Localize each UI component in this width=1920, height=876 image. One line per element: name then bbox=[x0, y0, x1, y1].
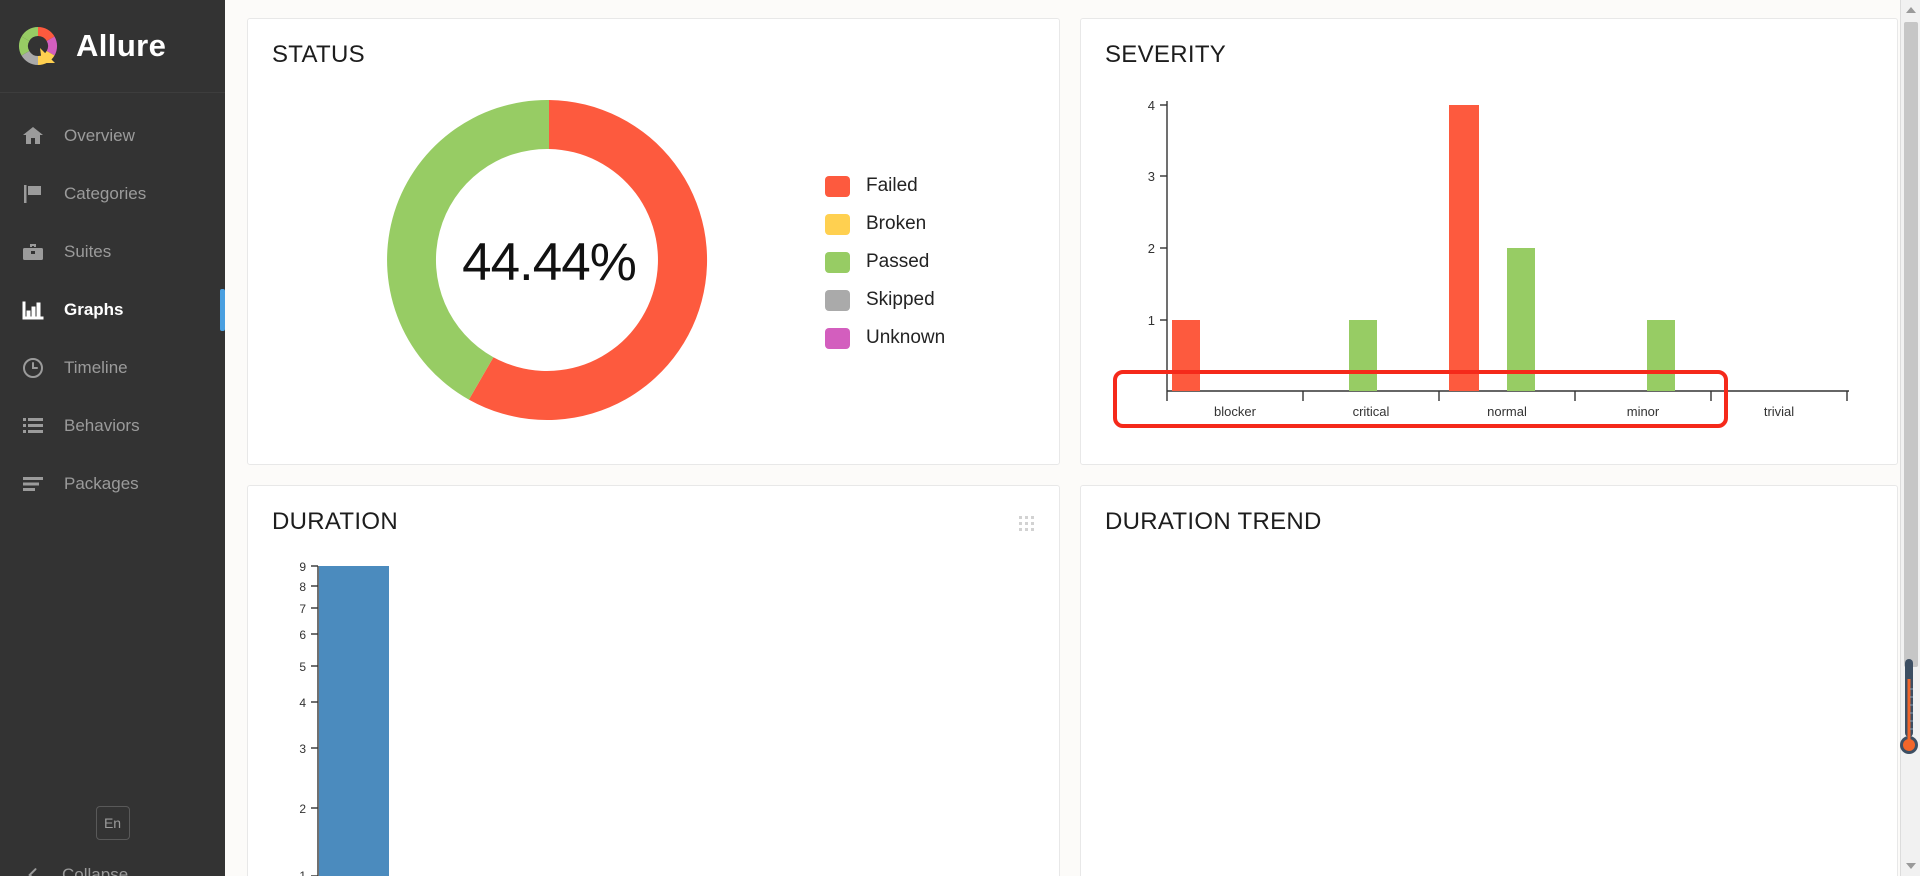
duration-trend-widget: DURATION TREND bbox=[1080, 485, 1898, 876]
panel-title: STATUS bbox=[272, 41, 365, 68]
briefcase-icon bbox=[20, 239, 46, 265]
sidebar-item-categories[interactable]: Categories bbox=[0, 165, 225, 223]
allure-donut-logo bbox=[16, 24, 60, 68]
page-scrollbar[interactable] bbox=[1900, 0, 1920, 876]
svg-text:8: 8 bbox=[299, 580, 306, 594]
duration-widget-header: DURATION bbox=[248, 486, 1059, 544]
severity-widget: SEVERITY 4 3 2 1 blocker critical normal… bbox=[1080, 18, 1898, 465]
svg-text:trivial: trivial bbox=[1764, 404, 1794, 419]
legend-swatch-skipped bbox=[825, 289, 850, 311]
svg-text:2: 2 bbox=[299, 802, 306, 816]
status-donut-center-label: 44.44% bbox=[462, 232, 637, 292]
sidebar-item-packages[interactable]: Packages bbox=[0, 455, 225, 513]
sidebar: Allure Overview Categories Suites Graphs… bbox=[0, 0, 225, 876]
svg-text:1: 1 bbox=[299, 869, 306, 876]
language-switcher: En bbox=[0, 806, 225, 840]
sidebar-item-graphs[interactable]: Graphs bbox=[0, 281, 225, 339]
legend-swatch-unknown bbox=[825, 327, 850, 349]
sidebar-item-label: Behaviors bbox=[64, 416, 140, 435]
legend-item-unknown[interactable]: Unknown bbox=[825, 327, 945, 349]
grid-dots-icon[interactable] bbox=[1019, 516, 1035, 532]
sidebar-item-label: Timeline bbox=[64, 358, 128, 377]
sidebar-item-label: Suites bbox=[64, 242, 112, 261]
sidebar-item-timeline[interactable]: Timeline bbox=[0, 339, 225, 397]
svg-text:1: 1 bbox=[1148, 313, 1155, 328]
legend-swatch-broken bbox=[825, 213, 850, 235]
chevron-left-icon bbox=[20, 862, 46, 876]
duration-trend-widget-header: DURATION TREND bbox=[1081, 486, 1897, 544]
legend-swatch-failed bbox=[825, 175, 850, 197]
legend-label: Unknown bbox=[866, 327, 946, 348]
widgets-grid: STATUS 44.44% Failed Broken Passed Skipp… bbox=[247, 18, 1898, 876]
list-icon bbox=[20, 413, 46, 439]
sidebar-item-label: Packages bbox=[64, 474, 139, 493]
status-legend: Failed Broken Passed Skipped Unknown bbox=[825, 175, 945, 349]
thermometer-cursor bbox=[1900, 655, 1918, 765]
legend-item-failed[interactable]: Failed bbox=[825, 175, 945, 197]
sidebar-item-behaviors[interactable]: Behaviors bbox=[0, 397, 225, 455]
scrollbar-thumb[interactable] bbox=[1904, 22, 1918, 667]
sidebar-item-label: Overview bbox=[64, 126, 135, 145]
svg-text:2: 2 bbox=[1148, 241, 1155, 256]
brand-header[interactable]: Allure bbox=[0, 0, 225, 93]
legend-label: Broken bbox=[866, 213, 927, 234]
sidebar-nav: Overview Categories Suites Graphs Timeli… bbox=[0, 93, 225, 513]
svg-text:3: 3 bbox=[1148, 169, 1155, 184]
clock-icon bbox=[20, 355, 46, 381]
collapse-label: Collapse bbox=[62, 865, 129, 876]
svg-text:7: 7 bbox=[299, 602, 306, 616]
home-icon bbox=[20, 123, 46, 149]
svg-text:4: 4 bbox=[299, 696, 306, 710]
panel-title: SEVERITY bbox=[1105, 41, 1227, 68]
legend-label: Skipped bbox=[866, 289, 935, 310]
sidebar-item-overview[interactable]: Overview bbox=[0, 107, 225, 165]
legend-swatch-passed bbox=[825, 251, 850, 273]
bar-chart-icon bbox=[20, 297, 46, 323]
triangle-up-icon[interactable] bbox=[1901, 0, 1920, 20]
severity-chart[interactable]: 4 3 2 1 blocker critical normal minor tr… bbox=[1081, 77, 1897, 447]
flag-icon bbox=[20, 181, 46, 207]
app-root: Allure Overview Categories Suites Graphs… bbox=[0, 0, 1920, 876]
sidebar-item-label: Categories bbox=[64, 184, 147, 203]
legend-label: Failed bbox=[866, 175, 918, 196]
svg-text:critical: critical bbox=[1353, 404, 1390, 419]
svg-text:6: 6 bbox=[299, 628, 306, 642]
status-widget-header: STATUS bbox=[248, 19, 1059, 77]
svg-text:normal: normal bbox=[1487, 404, 1527, 419]
legend-item-passed[interactable]: Passed bbox=[825, 251, 945, 273]
svg-text:blocker: blocker bbox=[1214, 404, 1257, 419]
legend-label: Passed bbox=[866, 251, 930, 272]
panel-title: DURATION bbox=[272, 508, 398, 535]
severity-widget-header: SEVERITY bbox=[1081, 19, 1897, 77]
status-chart: 44.44% Failed Broken Passed Skipped Unkn… bbox=[248, 77, 1059, 447]
duration-widget: DURATION 9 8 7 6 5 4 3 2 1 bbox=[247, 485, 1060, 876]
legend-item-skipped[interactable]: Skipped bbox=[825, 289, 945, 311]
brand-name: Allure bbox=[76, 28, 167, 63]
svg-text:9: 9 bbox=[299, 560, 306, 574]
svg-text:minor: minor bbox=[1627, 404, 1660, 419]
svg-text:4: 4 bbox=[1148, 98, 1155, 113]
duration-chart[interactable]: 9 8 7 6 5 4 3 2 1 bbox=[248, 544, 1059, 876]
triangle-down-icon[interactable] bbox=[1901, 856, 1920, 876]
status-donut[interactable]: 44.44% bbox=[368, 79, 730, 446]
lines-icon bbox=[20, 471, 46, 497]
main-content: STATUS 44.44% Failed Broken Passed Skipp… bbox=[225, 0, 1920, 876]
sidebar-item-label: Graphs bbox=[64, 300, 124, 319]
language-button[interactable]: En bbox=[95, 806, 130, 840]
legend-item-broken[interactable]: Broken bbox=[825, 213, 945, 235]
sidebar-item-suites[interactable]: Suites bbox=[0, 223, 225, 281]
svg-text:5: 5 bbox=[299, 660, 306, 674]
svg-text:3: 3 bbox=[299, 742, 306, 756]
status-widget: STATUS 44.44% Failed Broken Passed Skipp… bbox=[247, 18, 1060, 465]
panel-title: DURATION TREND bbox=[1105, 508, 1322, 535]
collapse-sidebar-button[interactable]: Collapse bbox=[20, 862, 128, 876]
